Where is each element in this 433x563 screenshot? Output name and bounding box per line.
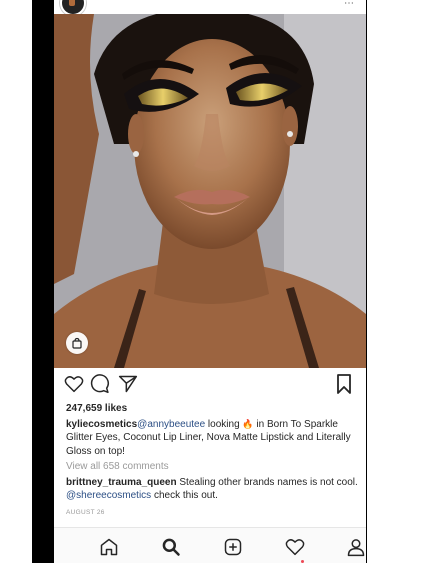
shopping-bag-icon[interactable]: [66, 332, 88, 354]
profile-icon[interactable]: [346, 536, 366, 558]
likes-count[interactable]: 247,659 likes: [66, 402, 358, 416]
post-actions: [54, 372, 366, 396]
view-all-comments-link[interactable]: View all 658 comments: [66, 460, 358, 474]
post-date: AUGUST 26: [66, 508, 105, 516]
send-icon[interactable]: [116, 372, 140, 396]
screen: ⋯ 247,659 likes kyliecosmetics@annybeeut…: [54, 0, 366, 563]
caption-username[interactable]: kyliecosmetics: [66, 419, 137, 430]
comment-username[interactable]: brittney_trauma_queen: [66, 477, 177, 488]
fire-emoji: 🔥: [242, 418, 254, 429]
portrait-illustration: [54, 14, 366, 368]
post-header: ⋯: [54, 0, 366, 16]
post-image[interactable]: [54, 14, 366, 368]
phone-frame: ⋯ 247,659 likes kyliecosmetics@annybeeut…: [32, 0, 367, 563]
more-options-icon[interactable]: ⋯: [344, 0, 354, 9]
bookmark-icon[interactable]: [332, 372, 356, 396]
caption: kyliecosmetics@annybeeutee looking 🔥 in …: [66, 418, 358, 459]
comment-mention[interactable]: @shereecosmetics: [66, 490, 151, 501]
comment: brittney_trauma_queen Stealing other bra…: [66, 476, 358, 503]
comment-text: Stealing other brands names is not cool.: [176, 476, 358, 488]
caption-mention[interactable]: @annybeeutee: [137, 419, 205, 430]
comment-text-continued: check this out.: [151, 490, 218, 501]
activity-heart-icon[interactable]: [284, 536, 306, 558]
search-icon[interactable]: [160, 536, 182, 558]
home-icon[interactable]: [98, 536, 120, 558]
add-post-icon[interactable]: [222, 536, 244, 558]
bottom-navigation: [54, 527, 366, 563]
post-content: 247,659 likes kyliecosmetics@annybeeutee…: [66, 402, 358, 519]
comment-icon[interactable]: [88, 372, 112, 396]
heart-icon[interactable]: [62, 372, 86, 396]
caption-text: looking: [205, 418, 243, 430]
